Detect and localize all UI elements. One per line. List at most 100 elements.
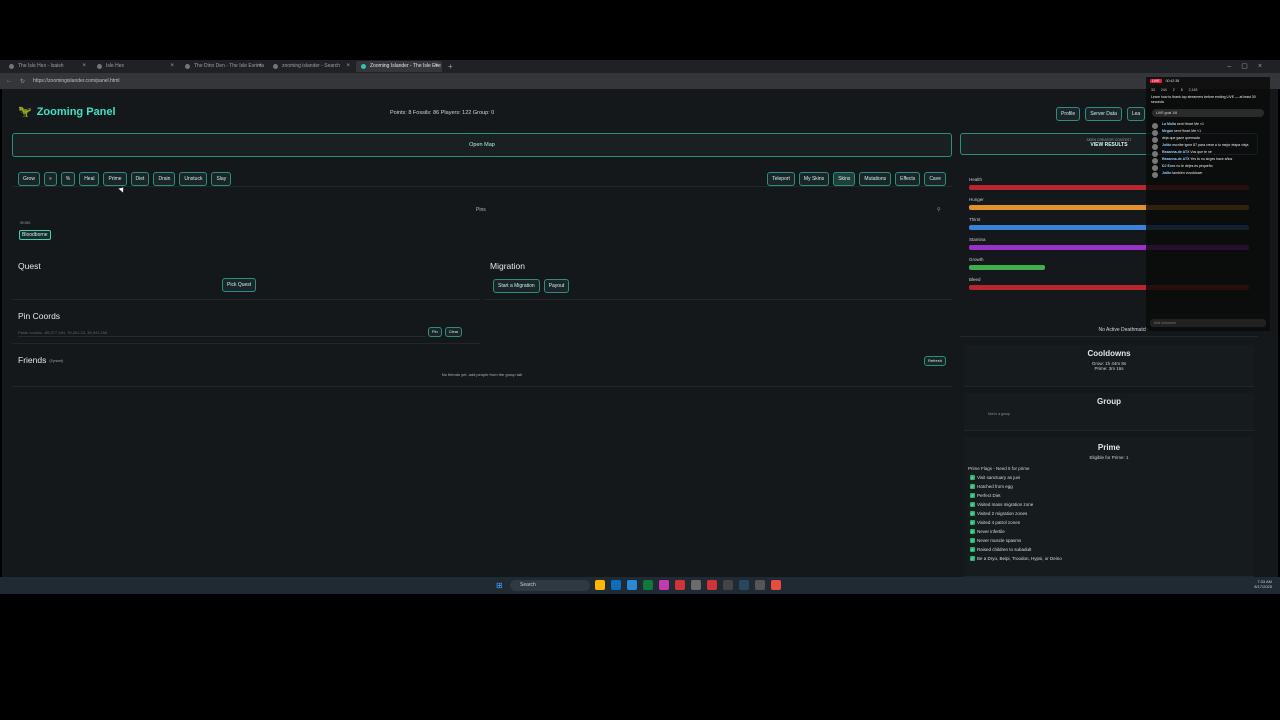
checkmark-icon: ✓ [970, 529, 975, 535]
reload-icon[interactable]: ↻ [20, 78, 25, 85]
close-icon[interactable]: × [346, 61, 350, 72]
hearts-icon: 2,145 [1188, 88, 1198, 92]
viewers-icon: 33 [1151, 88, 1155, 92]
app-icon[interactable] [659, 580, 669, 590]
logo: 🦖 Zooming Panel [18, 105, 116, 119]
browser-tab[interactable]: The Isle Hex - Isaish × [4, 61, 90, 72]
prime-flag-label: Hatched from egg [977, 484, 1013, 489]
back-icon[interactable]: ← [6, 78, 12, 84]
chat-username: DJ Euro [1162, 164, 1176, 168]
toolbar-button-my-skins[interactable]: My Skins [798, 172, 830, 186]
live-badge: LIVE [1150, 79, 1162, 83]
skin-chip[interactable]: Bloodborne [19, 230, 51, 240]
dino-logo-icon: 🦖 [18, 106, 32, 118]
toolbar-left: Grow»% Heal Prime Diet Drain Unstuck Slay [18, 172, 232, 186]
chat-text: escribe igme 87 para crear a tu mejor et… [1172, 143, 1249, 147]
toolbar-button-effects[interactable]: Effects [895, 172, 921, 186]
chat-input[interactable]: Add comment [1150, 319, 1266, 327]
pick-quest-button[interactable]: Pick Quest [222, 278, 257, 292]
chat-text: Yes tú no sirges hace años [1190, 157, 1233, 161]
shares-icon: 8 [1180, 88, 1183, 92]
prime-flags-title: Prime Flags - Need 5 for prime [968, 466, 1030, 471]
checkmark-icon: ✓ [970, 484, 975, 490]
chat-text: Vos que te ne [1190, 150, 1212, 154]
app-icon[interactable] [675, 580, 685, 590]
server-data-button[interactable]: Server Data [1085, 107, 1122, 121]
store-icon[interactable] [627, 580, 637, 590]
url-field[interactable]: https://zoomingislander.com/panel.html [33, 78, 119, 84]
chat-message: Jolito escribe igme 87 para crear a tu m… [1146, 142, 1270, 150]
payout-button[interactable]: Payout [543, 279, 570, 293]
toolbar-button-diet[interactable]: Diet [130, 172, 150, 186]
toolbar-button-[interactable]: » [43, 172, 57, 186]
window-controls[interactable]: –▢× [1227, 60, 1272, 73]
prime-flag-item: ✓ Raised children to subadult [970, 545, 1254, 554]
pins-label: Pins [476, 207, 486, 213]
toolbar-button-mutations[interactable]: Mutations [859, 172, 892, 186]
browser-tab[interactable]: Zooming Islander - The Isle Eve × [356, 61, 442, 72]
chat-username: Jolito [1162, 171, 1172, 175]
pin-button[interactable]: Pin [428, 327, 442, 337]
toolbar-button-unstuck[interactable]: Unstuck [179, 172, 208, 186]
leaderboard-button[interactable]: Lea [1126, 107, 1146, 121]
app-icon[interactable] [691, 580, 701, 590]
file-explorer-icon[interactable] [595, 580, 605, 590]
spreadsheet-icon[interactable] [643, 580, 653, 590]
system-tray: 7:33 AM 8/17/2025 [1254, 579, 1272, 589]
profile-button[interactable]: Profile [1056, 107, 1081, 121]
pin-icon[interactable]: ⚲ [937, 207, 941, 213]
browser-tab-label: The Isle Hex - Isaish [18, 63, 64, 69]
new-tab-icon[interactable]: + [448, 62, 453, 71]
favicon-icon [185, 64, 190, 69]
toolbar-button-heal[interactable]: Heal [79, 172, 100, 186]
browser-tab[interactable]: Isle Hex × [92, 61, 178, 72]
live-chat-overlay: LIVE 00:42:38 33 244 2 8 2,145 Learn how to … [1146, 77, 1270, 331]
chat-message: Rasanna-de ATX Yes tú no sirges hace año… [1146, 156, 1270, 164]
prime-flag-item: ✓ Visit sanctuary as juvi [970, 473, 1254, 482]
chat-text: no le dejes es pequeño [1176, 164, 1213, 168]
toolbar-button-grow[interactable]: Grow [18, 172, 40, 186]
toolbar-button-skins[interactable]: Skins [833, 172, 856, 186]
toolbar-button-drain[interactable]: Drain [153, 172, 176, 186]
app-icon[interactable] [755, 580, 765, 590]
toolbar-button-teleport[interactable]: Teleport [767, 172, 795, 186]
prime-flag-label: Be a Dryo, Beipi, Troodon, Hypsi, or Dei… [977, 556, 1062, 561]
start-migration-button[interactable]: Start a Migration [493, 279, 540, 293]
app-icon[interactable] [771, 580, 781, 590]
skins-label: SKINS [20, 221, 31, 225]
taskbar-search[interactable]: Search [510, 580, 590, 591]
toolbar-button-slay[interactable]: Slay [211, 172, 232, 186]
steam-icon[interactable] [739, 580, 749, 590]
prime-cooldown: Prime: 3m 16s [1094, 366, 1124, 371]
prime-flag-label: Visited 2 migration zones [977, 511, 1028, 516]
toolbar-button-[interactable]: % [60, 172, 76, 186]
chat-message: Rasanna-de ATX Vos que te ne [1146, 149, 1270, 157]
browser-tab[interactable]: The Dino Den - The Isle Evrima × [180, 61, 266, 72]
chat-message: deja que gane quemada [1146, 135, 1270, 143]
refresh-button[interactable]: Refresh [923, 356, 946, 366]
browser-tab[interactable]: zooming islander - Search × [268, 61, 354, 72]
close-icon[interactable]: × [82, 61, 86, 72]
taskbar: ⊞ Search 7:33 AM 8/17/2025 [0, 577, 1280, 594]
edge-icon[interactable] [611, 580, 621, 590]
close-icon[interactable]: × [258, 61, 262, 72]
chat-banner: Learn how to thank top streamers before … [1151, 95, 1256, 104]
live-goal[interactable]: LIVE goal 1/6 [1152, 109, 1264, 117]
toolbar-right: Teleport My Skins Skins Mutations Effects Cav… [767, 172, 946, 186]
group-title: Group [1097, 397, 1121, 406]
windows-start-icon[interactable]: ⊞ [496, 581, 503, 590]
open-map-button[interactable]: Open Map [12, 133, 952, 157]
app-icon[interactable] [723, 580, 733, 590]
coords-input[interactable] [18, 329, 426, 337]
toolbar-button-cave[interactable]: Cave [924, 172, 946, 186]
clear-button[interactable]: Clear [444, 327, 463, 337]
toolbar-button-prime[interactable]: Prime [103, 172, 127, 186]
cooldowns-card: Cooldowns Grow: 1h 44m 8s Prime: 3m 16s [964, 345, 1254, 387]
close-icon[interactable]: × [170, 61, 174, 72]
friends-panel: Friends (Synced) Refresh No friends yet, … [12, 349, 952, 387]
close-icon[interactable]: × [434, 61, 438, 72]
chat-message: La Molla sent Heart Me ×1 [1146, 121, 1270, 129]
app-icon[interactable] [707, 580, 717, 590]
taskbar-apps [595, 580, 781, 590]
live-timer: 00:42:38 [1165, 79, 1180, 83]
